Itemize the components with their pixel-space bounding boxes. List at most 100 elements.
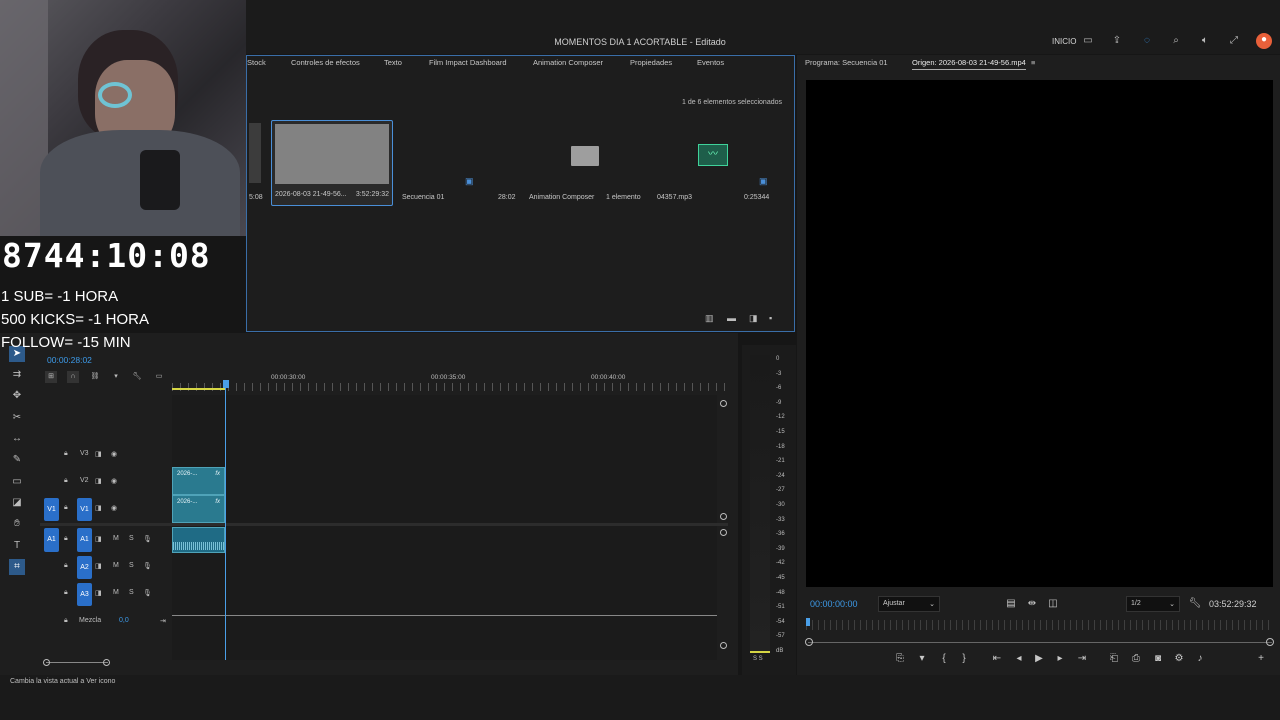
lock-icon[interactable]: 🔒︎ [64, 562, 68, 570]
video-audio-divider[interactable] [40, 523, 728, 526]
microphone-icon[interactable]: 🎙︎ [143, 589, 152, 597]
caption-tool-icon[interactable]: ⌗ [9, 559, 25, 575]
mute-icon[interactable]: M [113, 589, 119, 596]
zoom-select[interactable]: Ajustar ⌄ [878, 596, 940, 612]
solo-icon[interactable]: S [129, 562, 134, 569]
drag-video-icon[interactable]: ⎘ [892, 652, 908, 666]
go-to-out-icon[interactable]: ⇥ [1074, 652, 1090, 666]
mix-volume-value[interactable]: 0,0 [119, 617, 129, 624]
microphone-icon[interactable]: 🎙︎ [143, 562, 152, 570]
search-icon[interactable]: ⌕ [1169, 34, 1183, 48]
track-select-tool-icon[interactable]: ⇉ [9, 367, 25, 383]
settings-icon[interactable]: ⚙ [1171, 652, 1187, 666]
playhead-handle[interactable] [223, 380, 229, 388]
folder-icon[interactable] [571, 146, 599, 166]
add-button-icon[interactable]: + [1253, 652, 1269, 666]
track-name-v3[interactable]: V3 [80, 450, 89, 457]
tab-animation-composer[interactable]: Animation Composer [533, 58, 603, 67]
volume-icon[interactable]: 🔈︎ [1198, 34, 1212, 48]
mute-icon[interactable]: M [113, 562, 119, 569]
track-area[interactable] [172, 395, 717, 660]
source-time-ruler[interactable] [806, 620, 1273, 630]
zoom-handle-left[interactable] [805, 638, 813, 646]
track-name-a1[interactable]: A1 [77, 528, 92, 552]
lock-icon[interactable]: 🔒︎ [64, 617, 68, 625]
razor-tool-icon[interactable]: ✂ [9, 410, 25, 426]
thumbnail-partial[interactable] [249, 123, 261, 183]
sync-lock-icon[interactable]: ◨ [95, 562, 102, 570]
slip-tool-icon[interactable]: ↔ [9, 431, 25, 447]
pen-tool-icon[interactable]: ✎ [9, 452, 25, 468]
lock-icon[interactable]: 🔒︎ [64, 504, 68, 512]
overlay-icon[interactable]: ◫ [1045, 597, 1061, 611]
video-clip-v2[interactable]: 2026-... fx [172, 467, 225, 495]
zoom-handle-left[interactable] [43, 659, 50, 666]
audio-waveform-icon[interactable]: 〰 [698, 144, 728, 166]
play-icon[interactable]: ▶ [1031, 652, 1047, 666]
eye-icon[interactable]: ◉ [111, 450, 117, 458]
audio-icon[interactable]: ♪ [1192, 652, 1208, 666]
ripple-edit-tool-icon[interactable]: ✥ [9, 388, 25, 404]
timeline-current-time[interactable]: 00:00:28:02 [47, 355, 92, 365]
sync-lock-icon[interactable]: ◨ [95, 535, 102, 543]
insert-icon[interactable]: ⇹ [1024, 597, 1040, 611]
eye-icon[interactable]: ◉ [111, 504, 117, 512]
mark-in-icon[interactable]: { [936, 652, 952, 666]
sync-lock-icon[interactable]: ◨ [95, 589, 102, 597]
tab-events[interactable]: Eventos [697, 58, 724, 67]
lock-icon[interactable]: 🔒︎ [64, 535, 68, 543]
source-playhead[interactable] [806, 618, 810, 626]
time-ruler[interactable] [172, 383, 725, 391]
sync-lock-icon[interactable]: ◨ [95, 504, 102, 512]
new-item-icon[interactable]: ◨ [749, 313, 758, 324]
step-back-icon[interactable]: ◂ [1011, 652, 1027, 666]
sync-lock-icon[interactable]: ◨ [95, 450, 102, 458]
tab-film-impact[interactable]: Film Impact Dashboard [429, 58, 507, 67]
solo-icon[interactable]: S [129, 589, 134, 596]
resolution-select[interactable]: 1/2 ⌄ [1126, 596, 1180, 612]
snap-icon[interactable]: ∩ [67, 371, 79, 383]
automate-sequence-icon[interactable]: ▥ [705, 313, 714, 324]
scroll-handle[interactable] [720, 513, 727, 520]
track-name-a2[interactable]: A2 [77, 556, 92, 579]
sync-lock-icon[interactable]: ◨ [95, 477, 102, 485]
fullscreen-icon[interactable]: ⤢ [1227, 34, 1241, 48]
avatar[interactable]: ● [1256, 33, 1272, 49]
step-forward-icon[interactable]: ▸ [1052, 652, 1068, 666]
panel-layout-icon[interactable]: ▭ [1081, 34, 1095, 48]
lock-icon[interactable]: 🔒︎ [64, 450, 68, 458]
scroll-handle[interactable] [720, 400, 727, 407]
scroll-handle[interactable] [720, 529, 727, 536]
nest-icon[interactable]: ⊞ [45, 371, 57, 383]
tab-properties[interactable]: Propiedades [630, 58, 672, 67]
solo-icon[interactable]: S [129, 535, 134, 542]
timeline-settings-icon[interactable]: 🔧︎ [131, 371, 143, 383]
hand-tool-icon[interactable]: ✋︎ [9, 516, 25, 532]
progress-indicator-icon[interactable]: ◌ [1140, 34, 1154, 48]
microphone-icon[interactable]: 🎙︎ [143, 535, 152, 543]
thumbnail-selected[interactable]: 2026-08-03 21-49-56... 3:52:29:32 [271, 120, 393, 206]
mute-icon[interactable]: M [113, 535, 119, 542]
add-marker-icon[interactable]: ▾ [110, 371, 122, 383]
export-frame-icon[interactable]: ◙ [1150, 652, 1166, 666]
go-to-in-icon[interactable]: ⇤ [989, 652, 1005, 666]
tab-stock[interactable]: Stock [247, 58, 266, 67]
tab-text[interactable]: Texto [384, 58, 402, 67]
zoom-handle-right[interactable] [1266, 638, 1274, 646]
share-icon[interactable]: ⇪ [1110, 34, 1124, 48]
tab-program-monitor[interactable]: Programa: Secuencia 01 [805, 58, 888, 67]
monitor-video-area[interactable] [806, 80, 1273, 587]
playhead-line[interactable] [225, 388, 226, 660]
go-to-end-icon[interactable]: ⇥ [160, 617, 166, 625]
tab-effect-controls[interactable]: Controles de efectos [291, 58, 360, 67]
trash-icon[interactable]: ▪ [769, 313, 772, 323]
mix-level-line[interactable] [172, 615, 717, 616]
source-patch-a1[interactable]: A1 [44, 528, 59, 552]
tab-source-monitor[interactable]: Origen: 2026-08-03 21-49-56.mp4 [912, 58, 1026, 70]
solo-labels[interactable]: S S [753, 656, 763, 662]
zoom-handle-right[interactable] [103, 659, 110, 666]
scroll-handle[interactable] [720, 642, 727, 649]
add-marker-icon[interactable]: ▾ [914, 652, 930, 666]
linked-selection-icon[interactable]: ⛓ [89, 371, 101, 383]
workspace-home-button[interactable]: INICIO [1052, 37, 1076, 46]
